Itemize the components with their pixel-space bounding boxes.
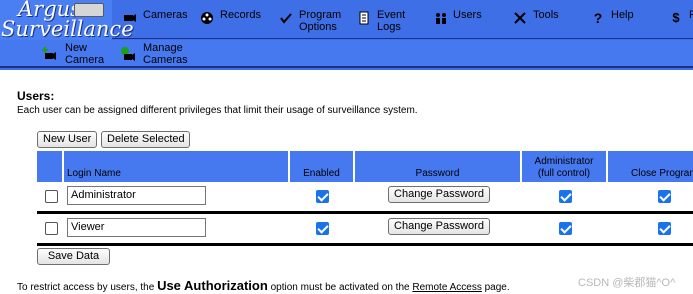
nav-records-label: Records bbox=[220, 9, 261, 21]
nav-program-options-label: Program Options bbox=[299, 9, 342, 33]
document-icon bbox=[357, 11, 371, 25]
users-page: Users: Each user can be assigned differe… bbox=[0, 70, 693, 294]
nav-help-label: Help bbox=[611, 9, 634, 21]
header-password: Password bbox=[355, 151, 522, 182]
close-program-checkbox[interactable] bbox=[658, 222, 671, 235]
header-close-program: Close Program bbox=[608, 151, 693, 182]
enabled-checkbox[interactable] bbox=[316, 222, 329, 235]
save-data-button[interactable]: Save Data bbox=[37, 248, 110, 265]
row-select-checkbox[interactable] bbox=[45, 190, 58, 203]
users-icon bbox=[433, 11, 447, 25]
tools-icon bbox=[513, 11, 527, 25]
nav-purchase-label: F bbox=[689, 9, 693, 21]
new-camera-icon bbox=[42, 46, 58, 62]
remote-access-link[interactable]: Remote Access bbox=[412, 282, 481, 293]
change-password-button[interactable]: Change Password bbox=[388, 218, 490, 235]
nav-cameras-label: Cameras bbox=[143, 9, 188, 21]
close-program-checkbox[interactable] bbox=[658, 190, 671, 203]
row-divider bbox=[37, 243, 693, 246]
logo-camera-icon bbox=[74, 3, 104, 17]
logo-line2: Surveillance bbox=[1, 17, 134, 41]
nav-manage-cameras-label: Manage Cameras bbox=[143, 42, 188, 66]
footer-note: To restrict access by users, the Use Aut… bbox=[17, 278, 510, 293]
top-navigation: Argus Surveillance Cameras Records Progr… bbox=[0, 0, 693, 70]
footer-text-mid: option must be activated on the bbox=[267, 282, 413, 293]
login-name-input[interactable]: Administrator bbox=[67, 186, 206, 205]
header-select bbox=[37, 151, 64, 182]
footer-text-post: page. bbox=[481, 282, 510, 293]
film-reel-icon bbox=[200, 11, 214, 25]
enabled-checkbox[interactable] bbox=[316, 190, 329, 203]
dollar-icon: $ bbox=[672, 10, 680, 25]
footer-use-authorization: Use Authorization bbox=[157, 278, 268, 293]
row-select-checkbox[interactable] bbox=[45, 222, 58, 235]
table-row: Viewer Change Password bbox=[37, 214, 693, 243]
watermark: CSDN @柴郡猫^O^ bbox=[578, 277, 676, 289]
header-enabled: Enabled bbox=[290, 151, 355, 182]
checkmark-icon bbox=[279, 11, 293, 25]
header-administrator: Administrator (full control) bbox=[522, 151, 608, 182]
nav-users-label: Users bbox=[453, 9, 482, 21]
change-password-button[interactable]: Change Password bbox=[388, 186, 490, 203]
footer-text-pre: To restrict access by users, the bbox=[17, 282, 158, 293]
nav-event-logs-label: Event Logs bbox=[377, 9, 406, 33]
page-description: Each user can be assigned different priv… bbox=[17, 105, 418, 116]
administrator-checkbox[interactable] bbox=[559, 190, 572, 203]
page-title: Users: bbox=[17, 89, 55, 103]
primary-nav: Argus Surveillance Cameras Records Progr… bbox=[0, 0, 693, 41]
nav-tools-label: Tools bbox=[533, 9, 559, 21]
new-user-button[interactable]: New User bbox=[37, 131, 97, 148]
header-login-name: Login Name bbox=[64, 151, 290, 182]
app-logo: Argus Surveillance bbox=[0, 0, 134, 41]
camera-icon bbox=[123, 11, 137, 25]
manage-cameras-icon bbox=[120, 46, 136, 62]
administrator-checkbox[interactable] bbox=[559, 222, 572, 235]
nav-new-camera-label: New Camera bbox=[65, 42, 105, 66]
table-row: Administrator Change Password bbox=[37, 182, 693, 211]
question-icon: ? bbox=[593, 10, 603, 26]
login-name-input[interactable]: Viewer bbox=[67, 218, 206, 237]
delete-selected-button[interactable]: Delete Selected bbox=[101, 131, 190, 148]
users-table: Login Name Enabled Password Administrato… bbox=[37, 151, 693, 246]
